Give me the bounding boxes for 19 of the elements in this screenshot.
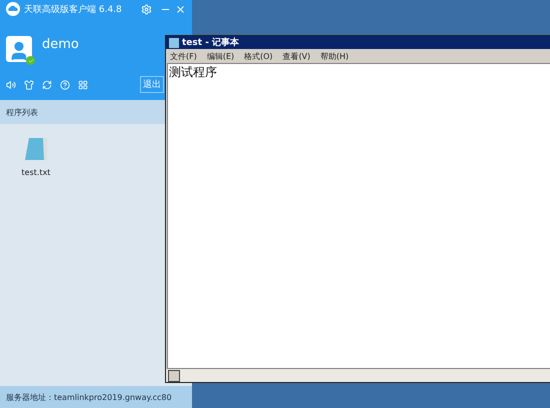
file-name[interactable]: test.txt	[22, 168, 50, 177]
menu-item[interactable]: 帮助(H)	[320, 50, 349, 62]
settings-icon[interactable]	[141, 4, 152, 14]
text-area[interactable]: 测试程序	[167, 63, 550, 369]
window-title: test - 记事本	[182, 36, 240, 49]
menu-item[interactable]: 文件(F)	[170, 50, 197, 62]
status-bar: 服务器地址：teamlinkpro2019.gnway.cc80	[0, 386, 192, 408]
menu-item[interactable]: 编辑(E)	[206, 50, 234, 62]
menu-item[interactable]: 格式(O)	[244, 50, 273, 62]
menu-item[interactable]: 查看(V)	[282, 50, 310, 62]
speaker-icon[interactable]	[6, 80, 16, 90]
help-icon[interactable]	[60, 80, 70, 90]
user-name: demo	[42, 36, 79, 52]
shirt-icon[interactable]	[24, 80, 34, 90]
refresh-icon[interactable]	[42, 80, 52, 90]
grid-icon[interactable]	[78, 80, 88, 90]
horizontal-scrollbar[interactable]	[166, 369, 550, 382]
app-title: 天联高级版客户端 6.4.8	[24, 4, 123, 16]
close-icon[interactable]	[175, 4, 186, 14]
